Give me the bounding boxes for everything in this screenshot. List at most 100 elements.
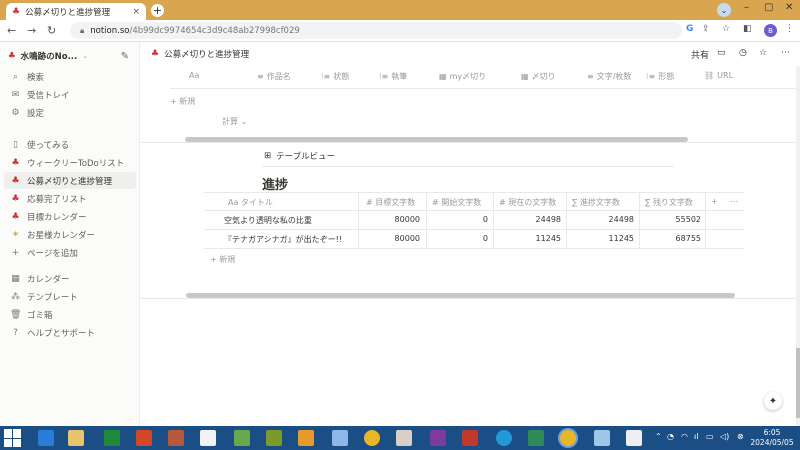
add-row-button[interactable]: + 新規 bbox=[210, 254, 235, 265]
window-app-icon[interactable] bbox=[594, 430, 610, 446]
sidebar-item-trash[interactable]: 🗑︎ ゴミ箱 bbox=[4, 306, 136, 323]
tool-app-icon[interactable] bbox=[396, 430, 412, 446]
share-button[interactable]: 共有 bbox=[691, 48, 709, 61]
taskbar-clock[interactable]: 6:05 2024/05/05 bbox=[748, 428, 796, 448]
minus-app-icon[interactable] bbox=[462, 430, 478, 446]
tab-search-icon[interactable]: ⌄ bbox=[717, 3, 731, 17]
sidebar-page-star-calendar[interactable]: ✶ お星様カレンダー bbox=[4, 226, 136, 243]
new-page-icon[interactable]: ✎ bbox=[121, 51, 129, 62]
column-header-current[interactable]: # 現在の文字数 bbox=[499, 197, 556, 208]
calculate-button[interactable]: 計算 ⌄ bbox=[222, 116, 247, 127]
column-header-my-deadline[interactable]: ▦ my〆切り bbox=[439, 71, 486, 82]
game-app-icon[interactable] bbox=[234, 430, 250, 446]
edge-icon[interactable] bbox=[496, 430, 512, 446]
cell-start[interactable]: 0 bbox=[432, 215, 488, 224]
table-row[interactable]: 『テナガアシナガ』が出たぞー!! 80000 0 11245 11245 687… bbox=[204, 230, 744, 249]
excel-icon[interactable] bbox=[528, 430, 544, 446]
column-header-progress[interactable]: ∑ 進捗文字数 bbox=[572, 197, 620, 208]
bookmark-star-icon[interactable]: ☆ bbox=[722, 24, 730, 34]
profile-avatar[interactable]: B bbox=[764, 24, 777, 37]
chrome-icon[interactable] bbox=[364, 430, 380, 446]
database-title[interactable]: 進捗 bbox=[262, 174, 288, 193]
column-header-target[interactable]: # 目標文字数 bbox=[366, 197, 415, 208]
chrome-active-icon[interactable] bbox=[560, 430, 576, 446]
browser-tab[interactable]: ♣ 公募〆切りと進捗管理 × bbox=[6, 3, 146, 20]
sidebar-page-getting-started[interactable]: ▯ 使ってみる bbox=[4, 136, 136, 153]
new-tab-button[interactable]: + bbox=[151, 4, 164, 17]
cell-title[interactable]: 『テナガアシナガ』が出たぞー!! bbox=[224, 234, 342, 245]
column-header-writing[interactable]: ⁝≡ 執筆 bbox=[379, 71, 407, 82]
more-options-icon[interactable]: ⋯ bbox=[730, 197, 738, 206]
column-header-name[interactable]: Aa bbox=[189, 71, 199, 80]
column-header-title[interactable]: Aa タイトル bbox=[228, 197, 273, 208]
minimize-icon[interactable]: – bbox=[744, 2, 749, 13]
cell-current[interactable]: 24498 bbox=[499, 215, 561, 224]
spreadsheet-app-icon[interactable] bbox=[104, 430, 120, 446]
notepad-icon[interactable] bbox=[626, 430, 642, 446]
cell-title[interactable]: 空気より透明な私の比重 bbox=[224, 215, 312, 226]
column-header-char-count[interactable]: ≡ 文字/枚数 bbox=[587, 71, 631, 82]
column-header-deadline[interactable]: ▦ 〆切り bbox=[521, 71, 556, 82]
column-header-status[interactable]: ⁝≡ 状態 bbox=[321, 71, 349, 82]
sidebar-item-search[interactable]: ⌕ 検索 bbox=[4, 68, 136, 85]
comments-icon[interactable]: ▭ bbox=[717, 48, 726, 58]
toolbox-app-icon[interactable] bbox=[168, 430, 184, 446]
photos-app-icon[interactable] bbox=[332, 430, 348, 446]
signal-icon[interactable]: ıl bbox=[694, 432, 698, 441]
sync-icon[interactable]: ◔ bbox=[667, 432, 674, 441]
cell-start[interactable]: 0 bbox=[432, 234, 488, 243]
more-options-icon[interactable]: ⋯ bbox=[781, 48, 790, 58]
updates-clock-icon[interactable]: ◷ bbox=[739, 48, 747, 58]
browser-menu-icon[interactable]: ⋮ bbox=[785, 24, 794, 34]
table-row[interactable]: 空気より透明な私の比重 80000 0 24498 24498 55502 bbox=[204, 211, 744, 230]
breadcrumb[interactable]: ♣ 公募〆切りと進捗管理 bbox=[151, 48, 249, 60]
office-app-icon[interactable] bbox=[298, 430, 314, 446]
forward-arrow-icon[interactable]: → bbox=[27, 24, 36, 37]
table-view-tab[interactable]: ⊞ テーブルビュー bbox=[264, 150, 335, 162]
cell-target[interactable]: 80000 bbox=[364, 234, 420, 243]
column-header-url[interactable]: ⛓︎ URL bbox=[704, 71, 733, 80]
google-lens-icon[interactable]: G bbox=[686, 24, 693, 34]
sidebar-panel-icon[interactable]: ◧ bbox=[743, 24, 752, 34]
chevron-up-icon[interactable]: ⌃ bbox=[655, 432, 662, 441]
presentation-app-icon[interactable] bbox=[136, 430, 152, 446]
cell-current[interactable]: 11245 bbox=[499, 234, 561, 243]
favorite-star-icon[interactable]: ☆ bbox=[759, 48, 767, 58]
sidebar-page-deadlines[interactable]: ♣ 公募〆切りと進捗管理 bbox=[4, 172, 136, 189]
vertical-scrollbar[interactable] bbox=[796, 66, 800, 426]
file-explorer-icon[interactable] bbox=[68, 430, 84, 446]
column-header-start[interactable]: # 開始文字数 bbox=[432, 197, 481, 208]
share-page-icon[interactable]: ⇪ bbox=[702, 24, 710, 34]
sidebar-page-weekly-todo[interactable]: ♣ ウィークリーToDoリスト bbox=[4, 154, 136, 171]
column-header-remaining[interactable]: ∑ 残り文字数 bbox=[645, 197, 693, 208]
sidebar-item-calendar[interactable]: ▦ カレンダー bbox=[4, 270, 136, 287]
sidebar-page-submitted-list[interactable]: ♣ 応募完了リスト bbox=[4, 190, 136, 207]
windows-start-icon[interactable] bbox=[4, 429, 22, 447]
sidebar-item-settings[interactable]: ⚙ 設定 bbox=[4, 104, 136, 121]
sidebar-item-help[interactable]: ? ヘルプとサポート bbox=[4, 324, 136, 341]
help-sparkle-button[interactable]: ✦ bbox=[764, 392, 782, 410]
add-page-button[interactable]: + ページを追加 bbox=[4, 244, 136, 261]
sidebar-item-inbox[interactable]: ✉ 受信トレイ bbox=[4, 86, 136, 103]
workspace-switcher[interactable]: ♣ 水鳴跡のNo... ⌄ ✎ bbox=[8, 48, 133, 64]
wifi-icon[interactable]: ◠ bbox=[681, 432, 688, 441]
sidebar-page-goal-calendar[interactable]: ♣ 目標カレンダー bbox=[4, 208, 136, 225]
paint-app-icon[interactable] bbox=[266, 430, 282, 446]
column-header-work[interactable]: ≡ 作品名 bbox=[257, 71, 291, 82]
maximize-icon[interactable]: ▢ bbox=[764, 2, 773, 13]
reload-icon[interactable]: ↻ bbox=[47, 24, 56, 37]
back-arrow-icon[interactable]: ← bbox=[7, 24, 16, 37]
column-header-format[interactable]: ⁝≡ 形態 bbox=[646, 71, 674, 82]
add-row-button[interactable]: + 新規 bbox=[170, 96, 195, 107]
network-icon[interactable]: ▭ bbox=[706, 432, 714, 441]
onenote-icon[interactable] bbox=[430, 430, 446, 446]
document-app-icon[interactable] bbox=[200, 430, 216, 446]
close-tab-icon[interactable]: × bbox=[132, 7, 140, 17]
window-close-icon[interactable]: ✕ bbox=[785, 2, 793, 13]
add-column-icon[interactable]: + bbox=[711, 197, 718, 206]
sidebar-item-templates[interactable]: ⁂ テンプレート bbox=[4, 288, 136, 305]
cell-target[interactable]: 80000 bbox=[364, 215, 420, 224]
speaker-icon[interactable]: ◁) bbox=[720, 432, 729, 441]
mute-x-icon[interactable]: ⊗ bbox=[737, 432, 744, 441]
address-bar[interactable]: 🔒︎ notion.so/4b99dc9974654c3d9c48ab27998… bbox=[70, 22, 682, 39]
